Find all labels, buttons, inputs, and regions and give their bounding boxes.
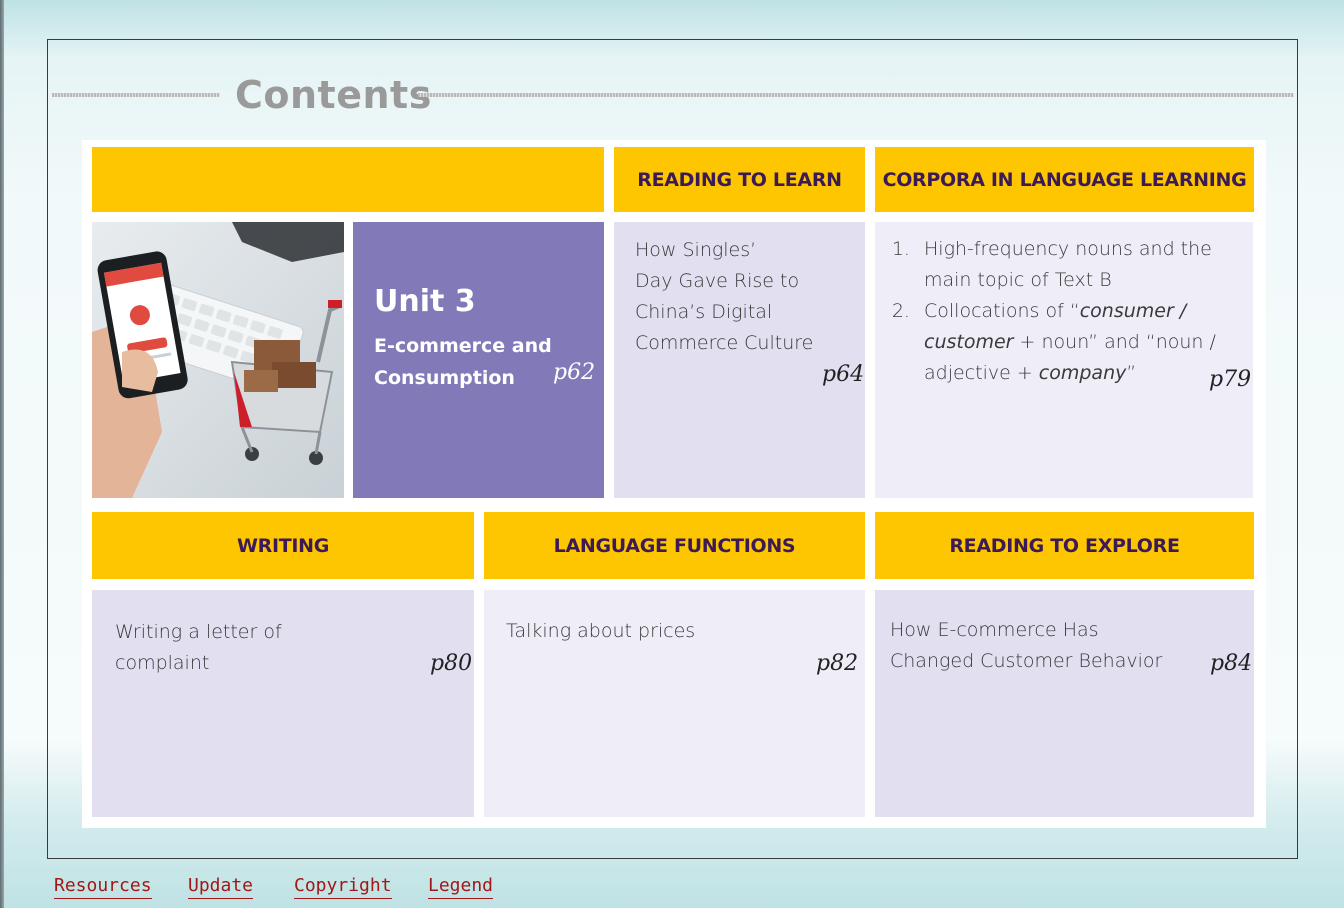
header-language-functions: LANGUAGE FUNCTIONS xyxy=(484,512,865,579)
corpora-page: p79 xyxy=(1209,367,1252,392)
unit-header-blank xyxy=(92,147,604,212)
corpora-item-2-italic-2: customer xyxy=(924,331,1014,353)
corpora-item-2-part-3: ” xyxy=(1126,362,1137,384)
corpora-item-2-italic: consumer / xyxy=(1079,300,1187,322)
writing-line-1: Writing a letter of xyxy=(115,621,282,643)
copyright-link[interactable]: Copyright xyxy=(294,876,392,899)
unit-title: Unit 3 xyxy=(374,284,476,319)
contents-title-row: Contents xyxy=(52,72,1294,118)
header-reading-to-explore: READING TO EXPLORE xyxy=(875,512,1254,579)
reading-to-learn-text: How Singles’ Day Gave Rise to China’s Di… xyxy=(635,235,813,359)
unit-cell[interactable]: Unit 3 E-commerce and Consumption p62 xyxy=(353,222,604,498)
header-reading-to-learn: READING TO LEARN xyxy=(614,147,865,212)
unit-subtitle-line2: Consumption xyxy=(374,367,515,389)
reading-to-learn-cell[interactable]: How Singles’ Day Gave Rise to China’s Di… xyxy=(614,222,865,498)
header-corpora: CORPORA IN LANGUAGE LEARNING xyxy=(875,147,1254,212)
page-title: Contents xyxy=(235,73,432,117)
footer-links: Resources Update Copyright Legend xyxy=(0,876,1344,904)
rtl-line-1: How Singles’ xyxy=(635,239,757,261)
legend-link[interactable]: Legend xyxy=(428,876,494,899)
writing-page: p80 xyxy=(430,651,473,676)
rtl-line-2: Day Gave Rise to xyxy=(635,270,800,292)
writing-cell[interactable]: Writing a letter of complaint p80 xyxy=(92,590,474,817)
corpora-item-1: High-frequency nouns and the main topic … xyxy=(916,234,1256,296)
resources-link[interactable]: Resources xyxy=(54,876,152,899)
update-link[interactable]: Update xyxy=(188,876,254,899)
unit-subtitle: E-commerce and Consumption xyxy=(374,330,552,394)
title-rule-left xyxy=(52,93,220,97)
language-functions-text: Talking about prices xyxy=(506,616,695,647)
unit-photo xyxy=(92,222,344,498)
language-functions-page: p82 xyxy=(816,651,859,676)
corpora-cell[interactable]: High-frequency nouns and the main topic … xyxy=(875,222,1253,498)
header-writing: WRITING xyxy=(92,512,474,579)
reading-to-explore-page: p84 xyxy=(1210,651,1253,676)
writing-text: Writing a letter of complaint xyxy=(115,617,282,679)
language-functions-cell[interactable]: Talking about prices p82 xyxy=(484,590,865,817)
reading-to-learn-page: p64 xyxy=(822,362,865,387)
rte-line-1: How E-commerce Has xyxy=(890,619,1099,641)
shopping-cart-phone-image xyxy=(92,222,344,498)
writing-line-2: complaint xyxy=(115,652,210,674)
unit-subtitle-line1: E-commerce and xyxy=(374,335,552,357)
corpora-item-2: Collocations of “consumer /customer + no… xyxy=(916,296,1256,389)
rte-line-2: Changed Customer Behavior xyxy=(890,650,1163,672)
unit-page: p62 xyxy=(553,360,596,385)
title-rule-right xyxy=(418,93,1294,97)
rtl-line-4: Commerce Culture xyxy=(635,332,814,354)
reading-to-explore-text: How E-commerce Has Changed Customer Beha… xyxy=(890,615,1162,677)
reading-to-explore-cell[interactable]: How E-commerce Has Changed Customer Beha… xyxy=(875,590,1254,817)
lf-line-1: Talking about prices xyxy=(506,620,696,642)
corpora-item-2-part: Collocations of “ xyxy=(924,300,1080,322)
corpora-list: High-frequency nouns and the main topic … xyxy=(885,234,1256,389)
rtl-line-3: China’s Digital xyxy=(635,301,773,323)
corpora-item-2-italic-3: company xyxy=(1038,362,1127,384)
window-left-edge xyxy=(0,0,4,908)
